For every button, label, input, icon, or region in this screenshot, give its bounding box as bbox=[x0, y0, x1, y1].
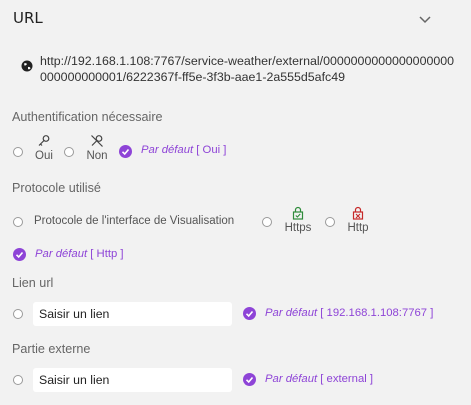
external-section-title: Partie externe bbox=[12, 342, 91, 356]
link-custom-radio[interactable] bbox=[13, 309, 23, 319]
protocol-default-text: Par défaut [ Http ] bbox=[35, 248, 124, 260]
url-value: http://192.168.1.108:7767/service-weathe… bbox=[40, 54, 455, 84]
link-default-text: Par défaut [ 192.168.1.108:7767 ] bbox=[265, 307, 434, 319]
auth-option-non[interactable]: Non bbox=[84, 134, 110, 162]
auth-default-text: Par défaut [ Oui ] bbox=[141, 144, 227, 156]
link-section-title: Lien url bbox=[12, 276, 54, 290]
lock-check-icon bbox=[292, 206, 304, 220]
auth-option-oui-label: Oui bbox=[35, 150, 53, 162]
key-icon bbox=[38, 135, 50, 146]
globe-icon bbox=[21, 60, 33, 72]
protocol-section-title: Protocole utilisé bbox=[12, 181, 101, 195]
link-default-check-icon[interactable] bbox=[243, 307, 256, 320]
protocol-option-http-label: Http bbox=[347, 222, 369, 234]
protocol-option-https-radio[interactable] bbox=[262, 217, 272, 227]
auth-default-check-icon[interactable] bbox=[119, 145, 132, 158]
link-url-input[interactable] bbox=[33, 302, 232, 326]
protocol-option-interface-label[interactable]: Protocole de l'interface de Visualisatio… bbox=[34, 215, 234, 227]
external-part-input[interactable] bbox=[33, 368, 232, 392]
external-default-check-icon[interactable] bbox=[243, 373, 256, 386]
key-off-icon bbox=[91, 135, 103, 147]
chevron-down-icon[interactable] bbox=[417, 11, 433, 27]
auth-option-oui[interactable]: Oui bbox=[32, 134, 56, 162]
section-header-title: URL bbox=[13, 9, 43, 27]
auth-option-oui-radio[interactable] bbox=[13, 147, 23, 157]
protocol-option-http[interactable]: Http bbox=[344, 206, 372, 234]
protocol-default-check-icon[interactable] bbox=[13, 248, 26, 261]
lock-x-icon bbox=[352, 206, 364, 220]
protocol-option-http-radio[interactable] bbox=[325, 217, 335, 227]
protocol-option-https-label: Https bbox=[284, 222, 312, 234]
url-settings-panel: URL http://192.168.1.108:7767/service-we… bbox=[0, 0, 471, 405]
auth-section-title: Authentification nécessaire bbox=[12, 110, 163, 124]
protocol-option-https[interactable]: Https bbox=[280, 206, 316, 234]
auth-option-non-label: Non bbox=[86, 150, 108, 162]
external-default-text: Par défaut [ external ] bbox=[265, 373, 374, 385]
external-custom-radio[interactable] bbox=[13, 375, 23, 385]
auth-option-non-radio[interactable] bbox=[64, 147, 74, 157]
protocol-option-interface-radio[interactable] bbox=[13, 217, 23, 227]
